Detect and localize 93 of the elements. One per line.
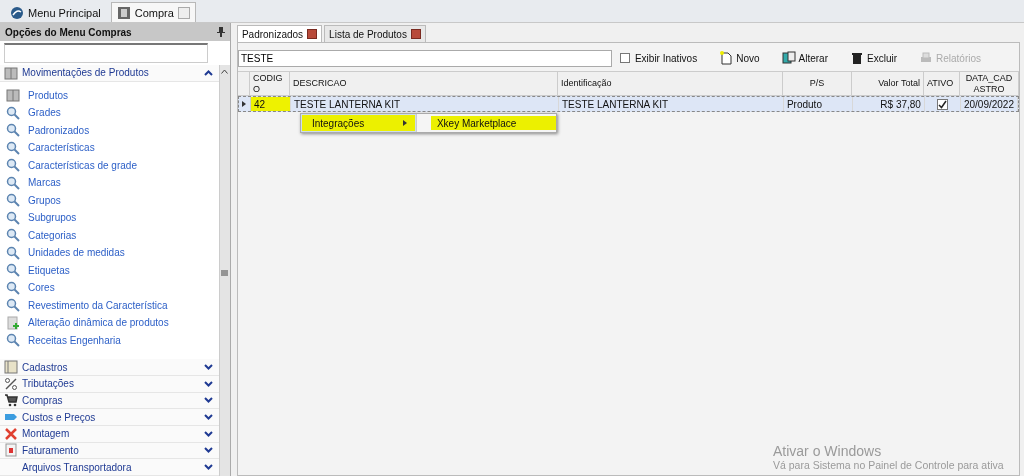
section-label: Montagem: [22, 428, 71, 440]
cart-icon: [4, 393, 18, 408]
table-cell: TESTE LANTERNA KIT: [290, 97, 559, 111]
section-label: Compras: [22, 394, 64, 406]
tab[interactable]: Lista de Produtos: [324, 25, 426, 42]
edit-icon: [781, 51, 796, 65]
search-icon: [6, 140, 20, 155]
section-label: Cadastros: [22, 361, 69, 373]
menu-item[interactable]: Grupos: [0, 191, 219, 210]
menu-item[interactable]: Receitas Engenharia: [0, 331, 219, 350]
column-header[interactable]: DATA_CADASTRO: [959, 72, 1019, 95]
activation-title: Ativar o Windows: [773, 443, 883, 459]
search-field[interactable]: [4, 43, 208, 63]
menu-item[interactable]: Padronizados: [0, 121, 219, 140]
tab[interactable]: Menu Principal: [4, 2, 107, 22]
menu-item[interactable]: Marcas: [0, 174, 219, 192]
column-header[interactable]: P/S: [782, 72, 852, 95]
trash-icon: [850, 51, 864, 65]
submenu-arrow-icon: [402, 120, 407, 126]
column-header[interactable]: DESCRICAO: [289, 72, 558, 95]
checkbox-label[interactable]: Exibir Inativos: [634, 52, 698, 64]
table-cell: 20/09/2022: [960, 97, 1018, 111]
search-icon: [6, 280, 20, 295]
search-icon: [6, 228, 20, 243]
column-header[interactable]: CODIGO: [249, 72, 290, 95]
row-indicator-icon: [242, 101, 247, 107]
menu-item[interactable]: Características de grade: [0, 156, 219, 175]
menu-item[interactable]: Subgrupos: [0, 209, 219, 227]
panel-title: Opções do Menu Compras: [5, 26, 132, 38]
section-label: Faturamento: [22, 444, 80, 456]
section-header[interactable]: Cadastros: [0, 359, 219, 376]
search-icon: [6, 105, 20, 120]
menu-item[interactable]: Alteração dinâmica de produtos: [0, 314, 219, 332]
menu-item[interactable]: Integrações: [300, 114, 416, 132]
scroll-up-icon[interactable]: [221, 69, 229, 74]
globe-icon: [10, 5, 24, 20]
toolbar-button[interactable]: Excluir: [850, 51, 897, 65]
search-field[interactable]: TESTE: [237, 49, 612, 67]
search-icon: [6, 210, 20, 225]
scroll-grip-icon[interactable]: [221, 270, 229, 276]
box-icon: [6, 88, 20, 103]
printer-icon: [919, 51, 933, 65]
menu-item[interactable]: Categorias: [0, 226, 219, 245]
menu-item[interactable]: Características: [0, 139, 219, 157]
add-document-icon: [6, 315, 20, 330]
document-icon: [116, 5, 131, 20]
tab[interactable]: Padronizados: [236, 25, 323, 42]
section-label: Arquivos Transportadora: [22, 461, 133, 473]
section-header[interactable]: Custos e Preços: [0, 409, 219, 426]
checkbox[interactable]: [619, 53, 630, 63]
toolbar-button[interactable]: Novo: [719, 51, 760, 65]
search-icon: [6, 158, 20, 173]
toolbar-button[interactable]: Alterar: [781, 51, 828, 65]
search-icon: [6, 263, 20, 278]
column-header[interactable]: ATIVO: [923, 72, 960, 95]
menu-item[interactable]: Cores: [0, 279, 219, 297]
table-cell: 42: [250, 97, 291, 111]
invoice-icon: [4, 443, 18, 458]
table-cell: R$ 37,80: [852, 97, 925, 111]
tab[interactable]: Compra: [110, 2, 196, 22]
search-icon: [6, 123, 20, 138]
column-header[interactable]: Identificação: [557, 72, 783, 95]
menu-item[interactable]: Produtos: [0, 86, 219, 105]
checkbox[interactable]: [936, 98, 948, 110]
search-icon: [6, 175, 20, 190]
search-icon: [6, 333, 20, 348]
collapse-icon[interactable]: [203, 69, 213, 76]
column-header[interactable]: Valor Total: [851, 72, 924, 95]
box-icon: [4, 65, 18, 80]
table-cell: TESTE LANTERNA KIT: [558, 97, 784, 111]
activation-text: Vá para Sistema no Painel de Controle para ativa: [773, 459, 1004, 471]
pin-icon[interactable]: [216, 27, 225, 37]
section-label: Tributações: [22, 378, 75, 390]
section-label: Custos e Preços: [22, 411, 97, 423]
section-label: Movimentações de Produtos: [22, 67, 150, 79]
cross-icon: [4, 426, 18, 441]
table-cell: Produto: [783, 97, 853, 111]
table-row[interactable]: 42 TESTE LANTERNA KIT TESTE LANTERNA KIT Produto R$ 37,80 20/09/2022: [237, 96, 1019, 112]
search-icon: [6, 193, 20, 208]
scrollbar[interactable]: [218, 65, 230, 476]
menu-item[interactable]: Etiquetas: [0, 261, 219, 280]
percent-icon: [4, 376, 18, 391]
search-icon: [6, 245, 20, 260]
menu-item[interactable]: Grades: [0, 104, 219, 122]
menu-item[interactable]: Unidades de medidas: [0, 244, 219, 262]
section-header[interactable]: Arquivos Transportadora: [0, 459, 219, 476]
book-icon: [4, 360, 18, 375]
menu-item[interactable]: Xkey Marketplace: [430, 116, 556, 130]
new-document-icon: [719, 51, 734, 65]
menu-item[interactable]: Revestimento da Característica: [0, 296, 219, 315]
search-icon: [6, 298, 20, 313]
menu-item-label: Integrações: [311, 117, 365, 129]
section-header[interactable]: Movimentações de Produtos: [0, 65, 219, 82]
